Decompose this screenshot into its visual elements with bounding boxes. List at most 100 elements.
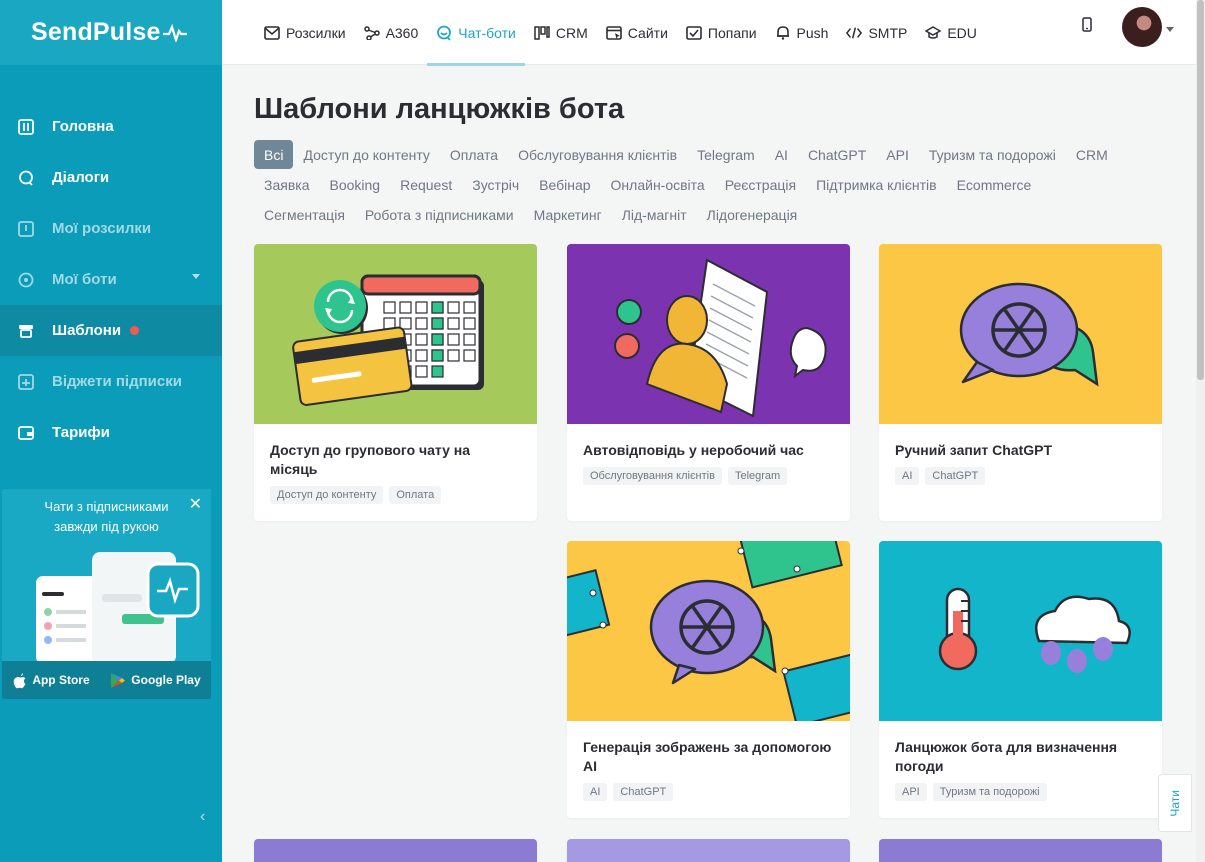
network-icon xyxy=(363,25,380,41)
mailings-icon xyxy=(17,220,35,238)
tab-crm[interactable]: CRM xyxy=(525,0,597,65)
bell-icon xyxy=(775,25,791,41)
tag: Telegram xyxy=(727,467,788,485)
logo[interactable]: SendPulse xyxy=(31,18,187,47)
filter-chip[interactable]: Лідогенерація xyxy=(697,200,808,230)
popup-icon xyxy=(686,25,702,41)
collapse-sidebar-button[interactable]: ‹ xyxy=(200,808,205,826)
filter-chip[interactable]: Сегментація xyxy=(254,200,355,230)
weather-illustration xyxy=(938,587,1131,673)
chatgpt-illustration xyxy=(959,282,1099,387)
filter-chip[interactable]: Request xyxy=(390,170,462,200)
sidebar-item-home[interactable]: Головна xyxy=(0,101,222,152)
logo-text: SendPulse xyxy=(31,18,161,46)
pulse-icon xyxy=(162,23,187,42)
tag: API xyxy=(895,783,927,801)
scrollbar[interactable] xyxy=(1196,0,1205,862)
sidebar-item-bots[interactable]: Мої боти xyxy=(0,254,222,305)
filter-chip[interactable]: Реєстрація xyxy=(715,170,806,200)
app-store-label: App Store xyxy=(32,673,90,687)
tag: Оплата xyxy=(389,486,442,504)
tab-label: Сайти xyxy=(627,24,668,41)
tag: Туризм та подорожі xyxy=(932,783,1047,801)
sidebar: SendPulse Головна Діалоги Мої розсилки М… xyxy=(0,0,222,862)
filter-chip[interactable]: Онлайн-освіта xyxy=(601,170,715,200)
tag: Доступ до контенту xyxy=(270,486,384,504)
filter-chip[interactable]: Всі xyxy=(254,140,294,169)
filter-chip[interactable]: Туризм та подорожі xyxy=(919,140,1066,170)
mobile-app-promo: Чати з підписниками завжди під рукою ✕ A… xyxy=(2,489,211,699)
card-thumbnail xyxy=(879,244,1162,424)
template-card[interactable] xyxy=(567,839,850,862)
notification-dot xyxy=(130,326,140,335)
template-card[interactable]: Генерація зображень за допомогою AI AI C… xyxy=(567,541,850,818)
filter-chip[interactable]: Лід-магніт xyxy=(612,200,697,230)
sidebar-item-label: Мої розсилки xyxy=(52,220,152,237)
card-tags: Обслуговування клієнтів Telegram xyxy=(567,460,850,485)
filter-chip[interactable]: AI xyxy=(765,140,798,170)
filter-chip[interactable]: Доступ до контенту xyxy=(293,140,439,170)
filter-chip[interactable]: Booking xyxy=(319,170,390,200)
filter-chip[interactable]: Оплата xyxy=(440,140,508,170)
tab-mailings[interactable]: Розсилки xyxy=(255,0,355,65)
filter-chip[interactable]: Telegram xyxy=(687,140,765,170)
logo-bar: SendPulse xyxy=(0,0,222,65)
filter-chip[interactable]: Обслуговування клієнтів xyxy=(508,140,687,170)
chats-side-tab[interactable]: Чати xyxy=(1158,774,1192,832)
sidebar-item-label: Шаблони xyxy=(52,322,122,339)
mobile-phone-icon[interactable] xyxy=(1082,17,1092,32)
google-play-label: Google Play xyxy=(131,673,201,687)
chevron-down-icon[interactable] xyxy=(1166,27,1174,32)
auto-reply-illustration xyxy=(614,258,827,418)
tag: ChatGPT xyxy=(613,783,674,801)
template-card[interactable]: Автовідповідь у неробочий час Обслуговув… xyxy=(567,244,850,521)
close-icon[interactable]: ✕ xyxy=(189,494,202,514)
template-card[interactable]: Ланцюжок бота для визначення погоди API … xyxy=(879,541,1162,818)
crm-icon xyxy=(534,25,550,41)
chevron-down-icon[interactable] xyxy=(192,274,200,279)
filter-chip[interactable]: Заявка xyxy=(254,170,319,200)
avatar[interactable] xyxy=(1122,7,1162,47)
sidebar-item-widgets[interactable]: Віджети підписки xyxy=(0,356,222,407)
filter-chip[interactable]: ChatGPT xyxy=(798,140,876,170)
promo-text: Чати з підписниками завжди під рукою xyxy=(2,489,211,537)
google-play-link[interactable]: Google Play xyxy=(110,672,201,689)
sidebar-item-tariffs[interactable]: Тарифи xyxy=(0,407,222,458)
card-title: Генерація зображень за допомогою AI xyxy=(583,739,832,774)
sidebar-item-mailings[interactable]: Мої розсилки xyxy=(0,203,222,254)
tab-chatbots[interactable]: Чат-боти xyxy=(427,0,525,66)
tab-smtp[interactable]: SMTP xyxy=(837,0,916,65)
sidebar-item-dialogs[interactable]: Діалоги xyxy=(0,152,222,203)
sidebar-item-templates[interactable]: Шаблони xyxy=(0,305,222,356)
template-card[interactable]: Ручний запит ChatGPT AI ChatGPT xyxy=(879,244,1162,521)
sidebar-nav: Головна Діалоги Мої розсилки Мої боти Ша… xyxy=(0,101,222,458)
website-icon xyxy=(605,25,622,41)
filter-chip[interactable]: Підтримка клієнтів xyxy=(806,170,947,200)
filter-chip[interactable]: Вебінар xyxy=(529,170,600,200)
filter-chip[interactable]: CRM xyxy=(1066,140,1118,170)
promo-text-line: завжди під рукою xyxy=(54,519,159,534)
tab-push[interactable]: Push xyxy=(766,0,838,65)
scrollbar-thumb[interactable] xyxy=(1197,0,1204,380)
filter-chip[interactable]: Зустріч xyxy=(462,170,529,200)
tab-websites[interactable]: Сайти xyxy=(597,0,677,65)
product-tabs: Розсилки A360 Чат-боти CRM Сайти Попапи … xyxy=(255,0,986,66)
tab-popups[interactable]: Попапи xyxy=(677,0,766,65)
filter-chip[interactable]: API xyxy=(876,140,919,170)
template-card[interactable] xyxy=(254,839,537,862)
graduation-cap-icon xyxy=(925,25,942,41)
filter-chip[interactable]: Робота з підписниками xyxy=(355,200,524,230)
filter-chip[interactable]: Маркетинг xyxy=(524,200,612,230)
card-tags: API Туризм та подорожі xyxy=(879,776,1162,801)
tab-edu[interactable]: EDU xyxy=(916,0,986,65)
sidebar-item-label: Головна xyxy=(52,118,114,135)
tab-a360[interactable]: A360 xyxy=(355,0,428,65)
template-card[interactable]: Доступ до групового чату на місяць Досту… xyxy=(254,244,537,521)
phones-illustration xyxy=(36,552,200,664)
app-store-link[interactable]: App Store xyxy=(12,672,90,689)
card-title: Ланцюжок бота для визначення погоди xyxy=(895,739,1118,774)
filter-chip[interactable]: Ecommerce xyxy=(947,170,1042,200)
template-card[interactable] xyxy=(879,839,1162,862)
tab-label: Чат-боти xyxy=(458,24,516,41)
dashboard-icon xyxy=(17,118,35,136)
